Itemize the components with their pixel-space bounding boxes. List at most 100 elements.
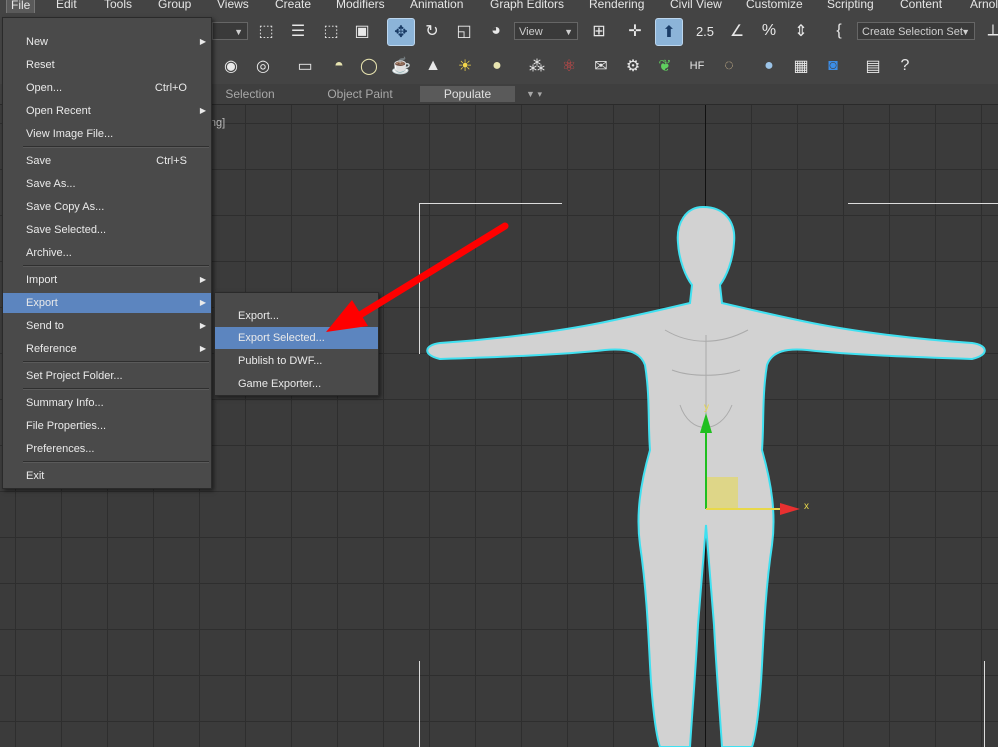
menu-item-label: Set Project Folder...	[26, 370, 123, 382]
menu-item-view-image-file[interactable]: View Image File...	[3, 124, 211, 144]
render-production-icon[interactable]: ▤	[860, 53, 886, 79]
menu-animation[interactable]: Animation	[410, 0, 463, 11]
teapot-icon[interactable]: ☕	[388, 53, 414, 79]
menu-item-export[interactable]: Export ▶	[3, 293, 211, 313]
menu-item-label: Save As...	[26, 178, 76, 190]
menu-item-send-to[interactable]: Send to ▶	[3, 316, 211, 336]
gear-icon[interactable]: ⚙	[620, 53, 646, 79]
menu-tools[interactable]: Tools	[104, 0, 132, 11]
rectangular-selection-icon[interactable]: ⬚	[318, 18, 344, 44]
menu-bar: File Edit Tools Group Views Create Modif…	[0, 0, 998, 13]
menu-item-open-recent[interactable]: Open Recent ▶	[3, 101, 211, 121]
export-submenu: Export... Export Selected... Publish to …	[214, 292, 379, 396]
menu-edit[interactable]: Edit	[56, 0, 77, 11]
menu-rendering[interactable]: Rendering	[589, 0, 644, 11]
menu-item-save-as[interactable]: Save As...	[3, 174, 211, 194]
keyboard-shortcut-override-icon[interactable]: ⬆	[655, 18, 683, 46]
submenu-item-export-selected[interactable]: Export Selected...	[215, 327, 378, 349]
particles-icon[interactable]: ⁂	[524, 53, 550, 79]
select-and-scale-icon[interactable]: ◱	[451, 18, 477, 44]
manipulate-icon[interactable]: ✛	[622, 18, 648, 44]
menu-item-label: Open...	[26, 82, 63, 94]
snaps-toggle-icon[interactable]: 2.5	[692, 18, 718, 44]
select-object-icon[interactable]: ⬚	[253, 18, 279, 44]
ribbon-options-icon[interactable]: ▼ ▾	[520, 86, 548, 102]
menu-group[interactable]: Group	[158, 0, 191, 11]
sun-icon[interactable]: ☀	[452, 53, 478, 79]
menu-views[interactable]: Views	[217, 0, 249, 11]
gizmo-y-label: y	[704, 402, 709, 413]
menu-item-save[interactable]: Save Ctrl+S	[3, 151, 211, 171]
menu-item-preferences[interactable]: Preferences...	[3, 439, 211, 459]
menu-item-reference[interactable]: Reference ▶	[3, 339, 211, 359]
plane-primitive-icon[interactable]: ▭	[292, 53, 318, 79]
menu-item-open[interactable]: Open... Ctrl+O	[3, 78, 211, 98]
envelope-icon[interactable]: ✉	[588, 53, 614, 79]
menu-graph-editors[interactable]: Graph Editors	[490, 0, 564, 11]
render-frame-icon[interactable]: ◙	[820, 53, 846, 79]
submenu-item-publish-to-dwf[interactable]: Publish to DWF...	[215, 350, 378, 372]
hair-fur-icon[interactable]: HF	[684, 53, 710, 79]
menu-item-exit[interactable]: Exit	[3, 466, 211, 486]
menu-content[interactable]: Content	[900, 0, 942, 11]
camera-icon[interactable]: ◎	[250, 53, 276, 79]
menu-customize[interactable]: Customize	[746, 0, 803, 11]
select-by-name-icon[interactable]: ☰	[285, 18, 311, 44]
window-crossing-icon[interactable]: ▣	[349, 18, 375, 44]
menu-item-reset[interactable]: Reset	[3, 55, 211, 75]
tab-populate[interactable]: Populate	[420, 86, 515, 102]
menu-item-archive[interactable]: Archive...	[3, 243, 211, 263]
mirror-icon[interactable]: ⟂	[980, 18, 998, 44]
sphere-light-icon[interactable]: ◯	[356, 53, 382, 79]
select-and-place-icon[interactable]: ◕	[483, 18, 509, 44]
menu-item-label: Open Recent	[26, 105, 91, 117]
dome-icon[interactable]: ◓	[326, 53, 352, 79]
molecule-icon[interactable]: ⚛	[556, 53, 582, 79]
reference-coordinate-dropdown[interactable]: View ▼	[514, 22, 578, 40]
snap-value: 2.5	[695, 23, 715, 39]
grass-icon[interactable]: ❦	[652, 53, 678, 79]
menu-item-import[interactable]: Import ▶	[3, 270, 211, 290]
menu-create[interactable]: Create	[275, 0, 311, 11]
tab-selection[interactable]: Selection	[215, 86, 285, 102]
material-sphere-icon[interactable]: ●	[756, 53, 782, 79]
tab-object-paint[interactable]: Object Paint	[315, 86, 405, 102]
percent-snap-icon[interactable]: %	[756, 18, 782, 44]
shortcut-label: Ctrl+S	[156, 155, 187, 167]
menu-scripting[interactable]: Scripting	[827, 0, 874, 11]
pivot-point-icon[interactable]: ⊞	[586, 18, 612, 44]
menu-civil-view[interactable]: Civil View	[670, 0, 722, 11]
cone-icon[interactable]: ▲	[420, 53, 446, 79]
select-and-rotate-icon[interactable]: ↻	[419, 18, 445, 44]
menu-file[interactable]: File	[6, 0, 36, 13]
angle-snap-icon[interactable]: ∠	[724, 18, 750, 44]
menu-item-file-properties[interactable]: File Properties...	[3, 416, 211, 436]
menu-item-new[interactable]: New ▶	[3, 32, 211, 52]
select-and-move-icon[interactable]: ✥	[387, 18, 415, 46]
menu-item-save-copy-as[interactable]: Save Copy As...	[3, 197, 211, 217]
gizmo-plane-handle	[706, 477, 738, 509]
menu-item-label: View Image File...	[26, 128, 114, 140]
shell-icon[interactable]: ◌	[716, 53, 742, 79]
submenu-arrow-icon: ▶	[199, 344, 206, 353]
sky-icon[interactable]: ●	[484, 53, 510, 79]
help-icon[interactable]: ?	[892, 53, 918, 79]
menu-modifiers[interactable]: Modifiers	[336, 0, 385, 11]
menu-item-set-project-folder[interactable]: Set Project Folder...	[3, 366, 211, 386]
menu-item-label: Save Copy As...	[26, 201, 105, 213]
submenu-arrow-icon: ▶	[199, 106, 206, 115]
submenu-item-export[interactable]: Export...	[215, 305, 378, 327]
named-selection-set-dropdown[interactable]: Create Selection Set ▼	[857, 22, 975, 40]
menu-item-save-selected[interactable]: Save Selected...	[3, 220, 211, 240]
submenu-item-game-exporter[interactable]: Game Exporter...	[215, 373, 378, 395]
render-setup-icon[interactable]: ◉	[218, 53, 244, 79]
material-editor-icon[interactable]: ▦	[788, 53, 814, 79]
selection-filter-dropdown[interactable]: ▼	[212, 22, 248, 40]
menu-arnold[interactable]: Arnold	[970, 0, 998, 11]
menu-item-label: Import	[26, 274, 58, 286]
spinner-snap-icon[interactable]: ⇕	[788, 18, 814, 44]
menu-item-summary-info[interactable]: Summary Info...	[3, 393, 211, 413]
menu-item-label: Reference	[26, 343, 77, 355]
edit-named-selection-icon[interactable]: {	[826, 18, 852, 44]
menu-item-label: Export	[26, 297, 58, 309]
